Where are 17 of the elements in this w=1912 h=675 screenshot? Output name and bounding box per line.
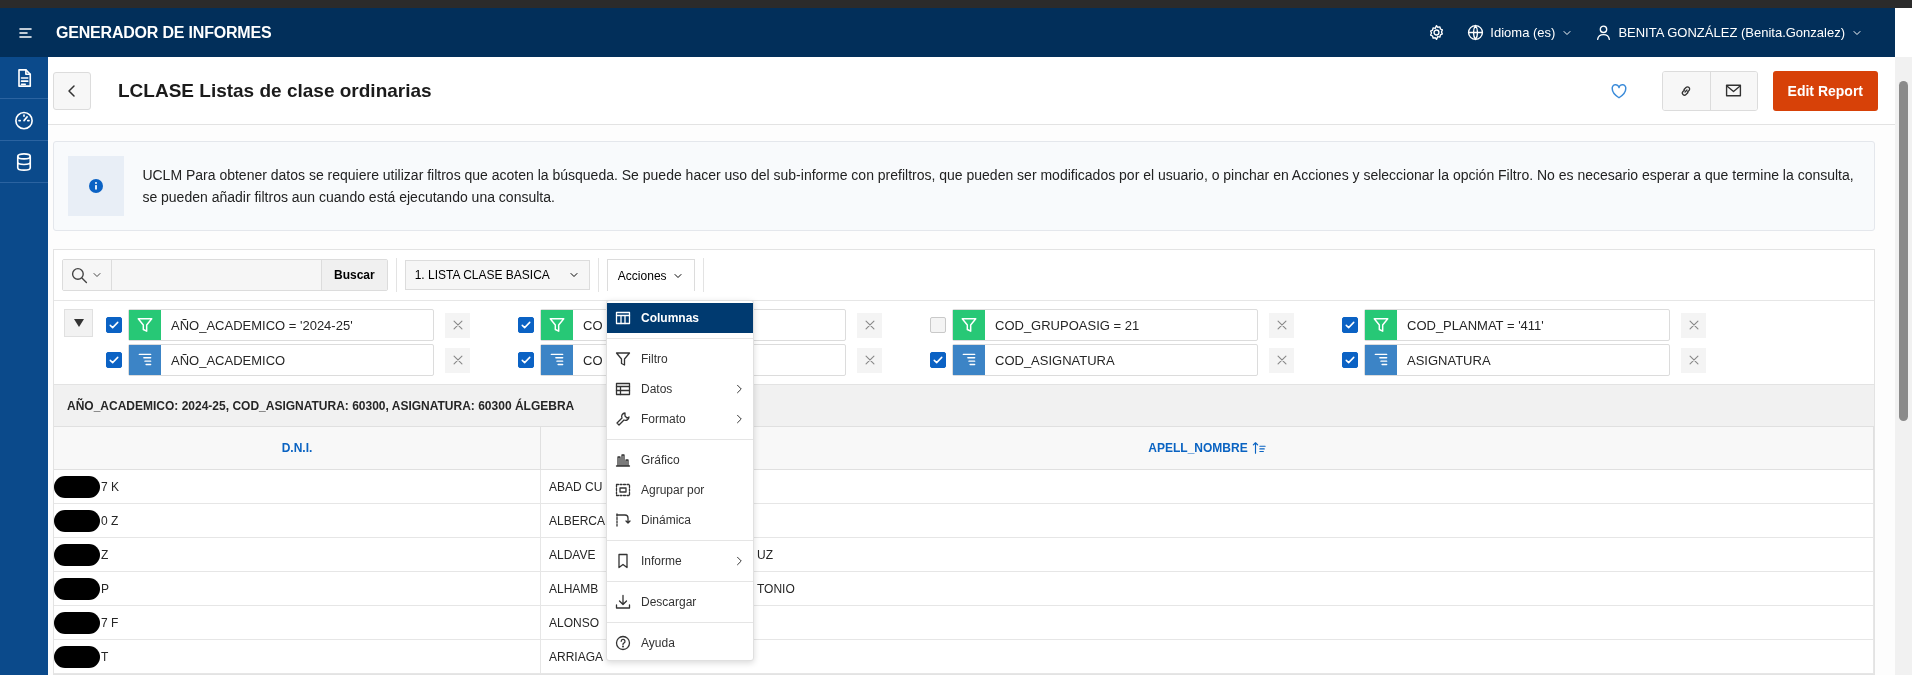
table-cell: 0 Z <box>101 513 119 528</box>
table-cell: ABAD CU <box>549 479 603 494</box>
table-cell: UZ <box>757 547 773 562</box>
table-cell: Z <box>101 547 109 562</box>
page-title: LCLASE Listas de clase ordinarias <box>118 79 432 102</box>
table-cell: 7 F <box>101 615 119 630</box>
table-cell: TONIO <box>757 581 795 596</box>
table-cell: ARRIAGA <box>549 649 603 664</box>
table-cell: ALHAMB <box>549 581 599 596</box>
table-cell: T <box>101 649 109 664</box>
table-cell: 7 K <box>101 479 119 494</box>
app-title: GENERADOR DE INFORMES <box>56 23 272 42</box>
table-cell: ALDAVE <box>549 547 596 562</box>
table-cell: ALONSO <box>549 615 599 630</box>
info-message: UCLM Para obtener datos se requiere utilizar filtros que acoten la búsqueda. Se puede hacer uso del sub-informe con prefiltros, que pueden ser modificados por el usuario, o pinchar en Acciones y seleccionar la opción Filtro. No es necesario esperar a que termine la consulta, se pueden añadir filtros aun cuando está ejecutando una consulta. <box>141 166 1855 207</box>
table-cell: P <box>101 581 109 596</box>
table-cell: ALBERCA <box>549 513 606 528</box>
